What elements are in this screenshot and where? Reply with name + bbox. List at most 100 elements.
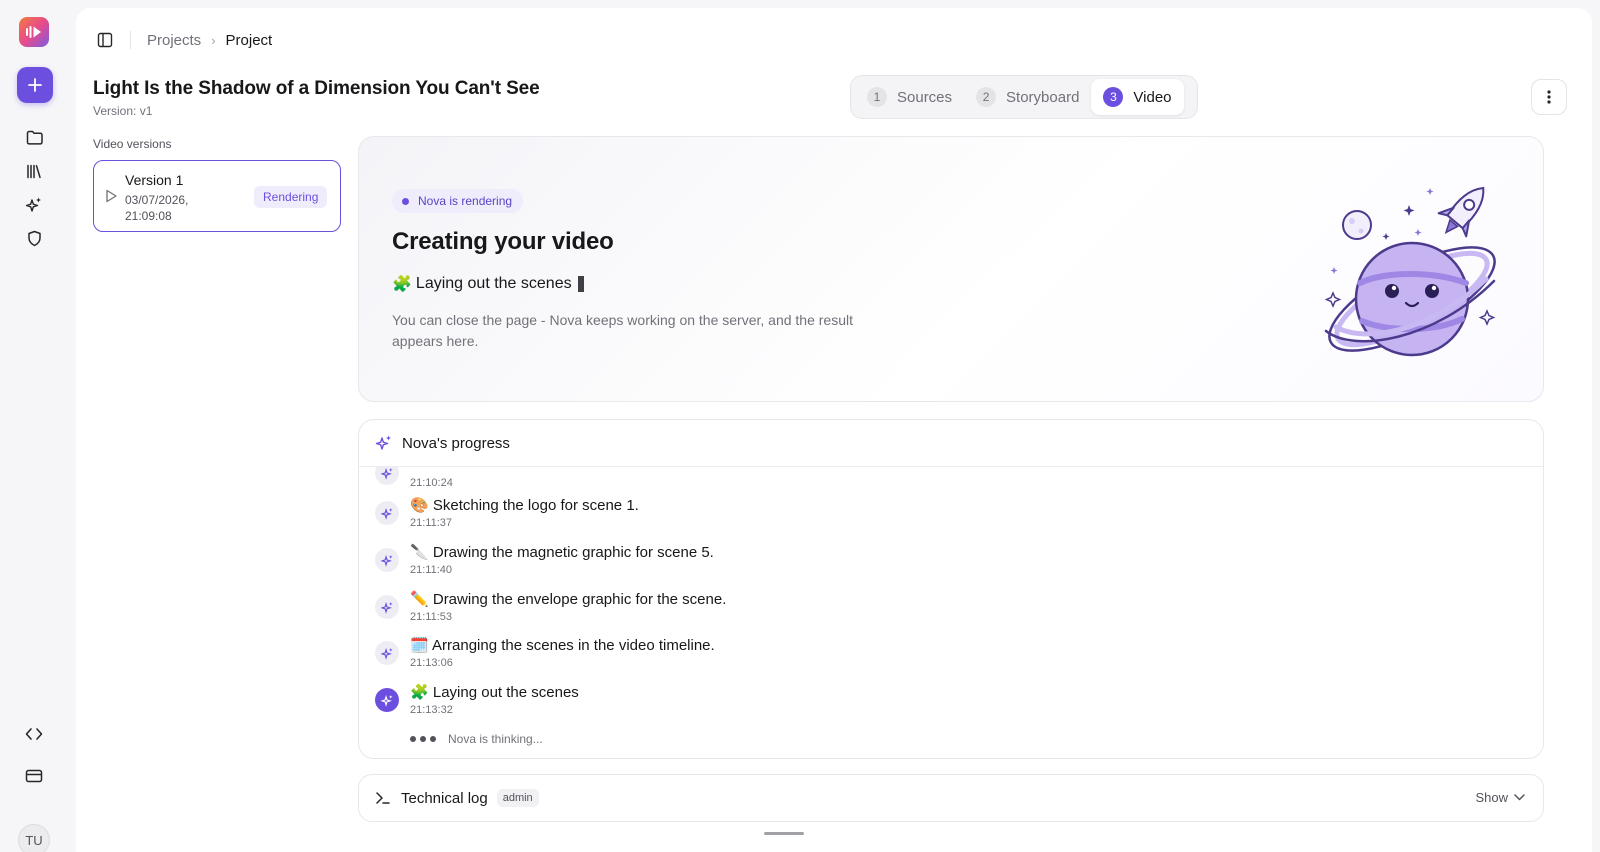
terminal-icon (375, 791, 391, 805)
sparkles-icon (375, 467, 399, 485)
rendering-pill-label: Nova is rendering (418, 194, 513, 208)
rail-library[interactable] (22, 159, 46, 183)
step-video[interactable]: 3 Video (1091, 79, 1184, 115)
entry-text: 🔪 Drawing the magnetic graphic for scene… (410, 543, 714, 561)
sparkles-icon (375, 501, 399, 525)
sparkles-icon (25, 197, 41, 212)
show-label: Show (1475, 790, 1508, 805)
sparkles-icon (375, 595, 399, 619)
puzzle-icon: 🧩 (410, 684, 429, 701)
entry-time: 21:11:40 (410, 564, 453, 576)
library-icon (27, 164, 41, 178)
show-log-toggle[interactable]: Show (1475, 790, 1525, 805)
admin-badge: admin (496, 789, 539, 807)
thinking-label: Nova is thinking... (448, 732, 543, 746)
entry-text: 🧩 Laying out the scenes (410, 683, 579, 701)
step-label: Video (1133, 88, 1172, 106)
progress-feed[interactable]: 21:10:24 🎨 Sketching the logo for scene … (359, 467, 1543, 758)
step-storyboard[interactable]: 2 Storyboard (964, 79, 1091, 115)
version-date: 03/07/2026, 21:09:08 (125, 193, 189, 223)
entry-time: 21:11:37 (410, 517, 453, 529)
rail-developer[interactable] (22, 722, 46, 746)
rail-security[interactable] (22, 226, 46, 250)
hero-note: You can close the page - Nova keeps work… (392, 312, 853, 349)
credit-card-icon (25, 769, 43, 783)
logo-icon (26, 26, 41, 38)
chevron-right-icon: › (211, 32, 216, 48)
project-title: Light Is the Shadow of a Dimension You C… (93, 78, 540, 99)
user-avatar[interactable]: TU (18, 824, 50, 852)
rendering-pill: Nova is rendering (392, 189, 524, 213)
project-version: Version: v1 (93, 104, 153, 118)
entry-text: 🗓️ Arranging the scenes in the video tim… (410, 636, 715, 654)
current-step-status: 🧩 Laying out the scenes (392, 274, 584, 294)
entry-time: 21:13:06 (410, 657, 453, 669)
new-project-button[interactable] (17, 67, 53, 103)
more-vertical-icon (1547, 90, 1551, 104)
entry-text: 🎨 Sketching the logo for scene 1. (410, 496, 639, 514)
entry-message: Drawing the envelope graphic for the sce… (432, 591, 727, 608)
sparkles-icon (375, 641, 399, 665)
typing-cursor (577, 276, 584, 292)
technical-log-label: Technical log (401, 789, 488, 807)
folder-icon (26, 130, 43, 145)
workflow-stepper: 1 Sources 2 Storyboard 3 Video (850, 75, 1198, 119)
progress-title: Nova's progress (402, 434, 510, 452)
sparkles-icon (375, 548, 399, 572)
thinking-indicator: Nova is thinking... (410, 732, 543, 746)
breadcrumb-current: Project (225, 31, 273, 49)
topbar-divider (130, 31, 131, 49)
play-icon[interactable] (104, 189, 118, 203)
sparkles-icon (375, 434, 393, 452)
step-sources[interactable]: 1 Sources (855, 79, 964, 115)
entry-time: 21:10:24 (410, 477, 453, 489)
calendar-icon: 🗓️ (410, 637, 429, 654)
more-options-button[interactable] (1531, 79, 1567, 115)
entry-message: Laying out the scenes (432, 684, 579, 701)
entry-message: Sketching the logo for scene 1. (432, 497, 639, 514)
app-logo[interactable] (19, 17, 49, 47)
palette-icon: 🎨 (410, 497, 429, 514)
versions-heading: Video versions (93, 137, 172, 151)
code-icon (25, 728, 43, 740)
chevron-down-icon (1514, 794, 1525, 801)
pencil-icon: ✏️ (410, 591, 429, 608)
step-label: Sources (897, 88, 953, 106)
main-panel: Projects › Project Light Is the Shadow o… (76, 8, 1592, 852)
render-status-card: Nova is rendering Creating your video 🧩 … (358, 136, 1544, 402)
knife-icon: 🔪 (410, 544, 429, 561)
planet-rocket-illustration (1324, 186, 1496, 357)
typing-dots-icon (410, 736, 436, 742)
topbar: Projects › Project (96, 30, 272, 50)
progress-card: Nova's progress 21:10:24 🎨 Sketching the… (358, 419, 1544, 759)
entry-time: 21:13:32 (410, 704, 453, 716)
progress-header: Nova's progress (359, 420, 1543, 467)
sparkles-icon (375, 688, 399, 712)
status-badge: Rendering (254, 186, 328, 208)
technical-log-bar[interactable]: Technical log admin Show (358, 774, 1544, 822)
status-dot (402, 197, 409, 205)
breadcrumb-projects[interactable]: Projects (147, 32, 201, 49)
scroll-indicator[interactable] (764, 832, 804, 835)
version-item[interactable]: Version 1 03/07/2026, 21:09:08 Rendering (93, 160, 341, 232)
entry-message: Arranging the scenes in the video timeli… (432, 637, 715, 654)
step-number: 1 (867, 87, 887, 107)
hero-title: Creating your video (392, 228, 614, 255)
shield-icon (27, 230, 41, 246)
step-number: 3 (1103, 87, 1124, 107)
entry-text: ✏️ Drawing the envelope graphic for the … (410, 590, 726, 608)
version-name: Version 1 (125, 172, 184, 188)
step-label: Storyboard (1006, 88, 1080, 106)
rail-ai[interactable] (22, 193, 46, 217)
step-number: 2 (976, 87, 997, 107)
rail-billing[interactable] (22, 764, 46, 788)
current-step-text: Laying out the scenes (415, 275, 572, 292)
app-rail: TU (0, 0, 70, 852)
sidebar-icon (97, 32, 113, 48)
sidebar-toggle-button[interactable] (96, 31, 114, 49)
puzzle-icon: 🧩 (392, 276, 412, 293)
entry-message: Drawing the magnetic graphic for scene 5… (432, 544, 714, 561)
rail-projects[interactable] (22, 125, 46, 149)
plus-icon (28, 78, 42, 92)
entry-time: 21:11:53 (410, 611, 453, 623)
